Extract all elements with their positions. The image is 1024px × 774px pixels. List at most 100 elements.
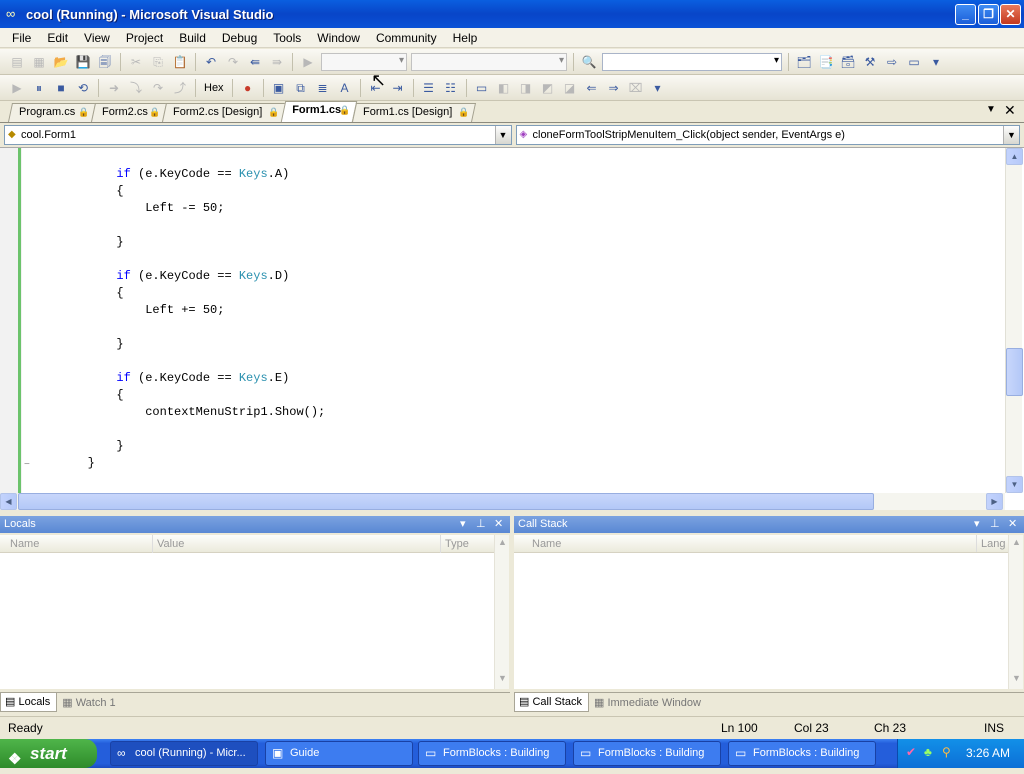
taskbar-item-formblocks[interactable]: ▭ FormBlocks : Building xyxy=(728,741,876,766)
toggle-bookmark-icon[interactable]: ▭ xyxy=(473,79,491,97)
menu-edit[interactable]: Edit xyxy=(39,31,76,45)
code-text[interactable]: if (e.KeyCode == Keys.A) { Left -= 50; }… xyxy=(30,166,326,472)
taskbar-item-visual-studio[interactable]: ∞ cool (Running) - Micr... xyxy=(110,741,258,766)
toolbox-icon[interactable]: ⚒ xyxy=(861,53,879,71)
close-icon[interactable]: ✕ xyxy=(494,516,503,533)
step-over-icon[interactable]: ↷ xyxy=(149,79,167,97)
active-files-dropdown-icon[interactable]: ▼ xyxy=(986,104,996,115)
close-button[interactable]: ✕ xyxy=(1000,4,1021,25)
open-file-icon[interactable]: 📂 xyxy=(52,53,70,71)
code-line[interactable] xyxy=(30,421,325,438)
hex-toggle[interactable]: Hex xyxy=(204,82,224,94)
save-all-icon[interactable]: 🗐 xyxy=(96,53,114,71)
uncomment-lines-icon[interactable]: ☷ xyxy=(442,79,460,97)
tab-call-stack[interactable]: ▤ Call Stack xyxy=(514,693,589,712)
window-position-icon[interactable]: ▾ xyxy=(974,516,980,533)
menu-tools[interactable]: Tools xyxy=(265,31,309,45)
scrollbar-thumb[interactable] xyxy=(1006,348,1023,396)
horizontal-scrollbar[interactable]: ◀ ▶ xyxy=(0,493,1005,510)
taskbar-item-guide[interactable]: ▣ Guide xyxy=(265,741,413,766)
scroll-right-icon[interactable]: ▶ xyxy=(986,493,1003,510)
menu-file[interactable]: File xyxy=(4,31,39,45)
solution-explorer-icon[interactable]: 🗂 xyxy=(795,53,813,71)
column-value[interactable]: Value xyxy=(152,535,440,553)
previous-bookmark-icon[interactable]: ◧ xyxy=(495,79,513,97)
code-editor[interactable]: − if (e.KeyCode == Keys.A) { Left -= 50;… xyxy=(0,147,1024,510)
tab-form1-cs[interactable]: Form1.cs 🔒 xyxy=(280,101,358,122)
quick-info-icon[interactable]: ≣ xyxy=(314,79,332,97)
scroll-down-icon[interactable]: ▼ xyxy=(498,673,507,683)
code-line[interactable]: { xyxy=(30,183,325,200)
step-out-icon[interactable]: ⤴ xyxy=(171,79,189,97)
menu-debug[interactable]: Debug xyxy=(214,31,265,45)
tray-search-icon[interactable]: ⚲ xyxy=(942,745,951,759)
step-into-icon[interactable]: ⤵ xyxy=(127,79,145,97)
undo-icon[interactable]: ↶ xyxy=(202,53,220,71)
scrollbar-thumb[interactable] xyxy=(18,493,874,510)
find-in-files-icon[interactable]: 🔍 xyxy=(580,53,598,71)
solution-platforms-combo[interactable] xyxy=(411,52,567,71)
stop-debugging-icon[interactable]: ■ xyxy=(52,79,70,97)
tab-form1-design[interactable]: Form1.cs [Design] 🔒 xyxy=(351,103,477,122)
vertical-scrollbar[interactable]: ▲ ▼ xyxy=(1005,148,1023,493)
taskbar-item-formblocks[interactable]: ▭ FormBlocks : Building xyxy=(573,741,721,766)
complete-word-icon[interactable]: A xyxy=(336,79,354,97)
restore-button[interactable]: ❐ xyxy=(978,4,999,25)
tab-locals[interactable]: ▤ Locals xyxy=(0,693,58,712)
code-line[interactable]: Left -= 50; xyxy=(30,200,325,217)
minimize-button[interactable]: _ xyxy=(955,4,976,25)
new-project-icon[interactable]: ▤ xyxy=(8,53,26,71)
continue-icon[interactable]: ▶ xyxy=(8,79,26,97)
tab-form2-design[interactable]: Form2.cs [Design] 🔒 xyxy=(161,103,287,122)
types-combo[interactable]: ◆ cool.Form1 ▼ xyxy=(4,125,512,145)
code-line[interactable]: { xyxy=(30,387,325,404)
auto-hide-pin-icon[interactable]: ⊥ xyxy=(476,516,486,533)
parameter-info-icon[interactable]: ⧉ xyxy=(292,79,310,97)
code-line[interactable] xyxy=(30,353,325,370)
object-browser-icon[interactable]: 🗃 xyxy=(839,53,857,71)
save-icon[interactable]: 💾 xyxy=(74,53,92,71)
scroll-left-icon[interactable]: ◀ xyxy=(0,493,17,510)
locals-list[interactable] xyxy=(0,553,494,689)
toolbar-options-icon[interactable]: ▾ xyxy=(927,53,945,71)
close-icon[interactable]: ✕ xyxy=(1008,516,1017,533)
copy-icon[interactable]: ⎘ xyxy=(149,53,167,71)
code-line[interactable]: contextMenuStrip1.Show(); xyxy=(30,404,325,421)
previous-bookmark-in-document-icon[interactable]: ⇐ xyxy=(583,79,601,97)
navigate-backward-icon[interactable]: ⇚ xyxy=(246,53,264,71)
comment-lines-icon[interactable]: ☰ xyxy=(420,79,438,97)
code-line[interactable] xyxy=(30,217,325,234)
break-all-icon[interactable]: ⏸ xyxy=(30,79,48,97)
tab-immediate-window[interactable]: ▦ Immediate Window xyxy=(589,693,708,712)
code-line[interactable]: if (e.KeyCode == Keys.D) xyxy=(30,268,325,285)
menu-window[interactable]: Window xyxy=(309,31,368,45)
tab-form2-cs[interactable]: Form2.cs 🔒 xyxy=(90,103,168,122)
start-debugging-icon[interactable]: ▶ xyxy=(299,53,317,71)
taskbar-item-formblocks[interactable]: ▭ FormBlocks : Building xyxy=(418,741,566,766)
members-combo[interactable]: ◈ cloneFormToolStripMenuItem_Click(objec… xyxy=(515,125,1020,145)
breakpoints-icon[interactable]: ● xyxy=(239,79,257,97)
column-name[interactable]: Name xyxy=(528,535,978,552)
menu-project[interactable]: Project xyxy=(118,31,171,45)
code-line[interactable]: } xyxy=(30,438,325,455)
scroll-down-icon[interactable]: ▼ xyxy=(1006,476,1023,493)
menu-community[interactable]: Community xyxy=(368,31,445,45)
auto-hide-pin-icon[interactable]: ⊥ xyxy=(990,516,1000,533)
menu-build[interactable]: Build xyxy=(171,31,214,45)
tray-network-icon[interactable]: ♣ xyxy=(924,745,932,759)
properties-window-icon[interactable]: 📑 xyxy=(817,53,835,71)
close-document-icon[interactable]: ✕ xyxy=(1004,102,1016,119)
tab-program-cs[interactable]: Program.cs 🔒 xyxy=(7,103,97,122)
column-type[interactable]: Type xyxy=(440,535,494,553)
menu-help[interactable]: Help xyxy=(445,31,486,45)
next-bookmark-in-document-icon[interactable]: ⇒ xyxy=(605,79,623,97)
scroll-up-icon[interactable]: ▲ xyxy=(1012,537,1021,547)
code-line[interactable]: } xyxy=(30,336,325,353)
window-position-icon[interactable]: ▾ xyxy=(460,516,466,533)
redo-icon[interactable]: ↷ xyxy=(224,53,242,71)
tab-watch-1[interactable]: ▦ Watch 1 xyxy=(57,693,122,712)
next-bookmark-in-folder-icon[interactable]: ◪ xyxy=(561,79,579,97)
navigate-forward-icon[interactable]: ⇛ xyxy=(268,53,286,71)
scroll-up-icon[interactable]: ▲ xyxy=(1006,148,1023,165)
menu-view[interactable]: View xyxy=(76,31,118,45)
